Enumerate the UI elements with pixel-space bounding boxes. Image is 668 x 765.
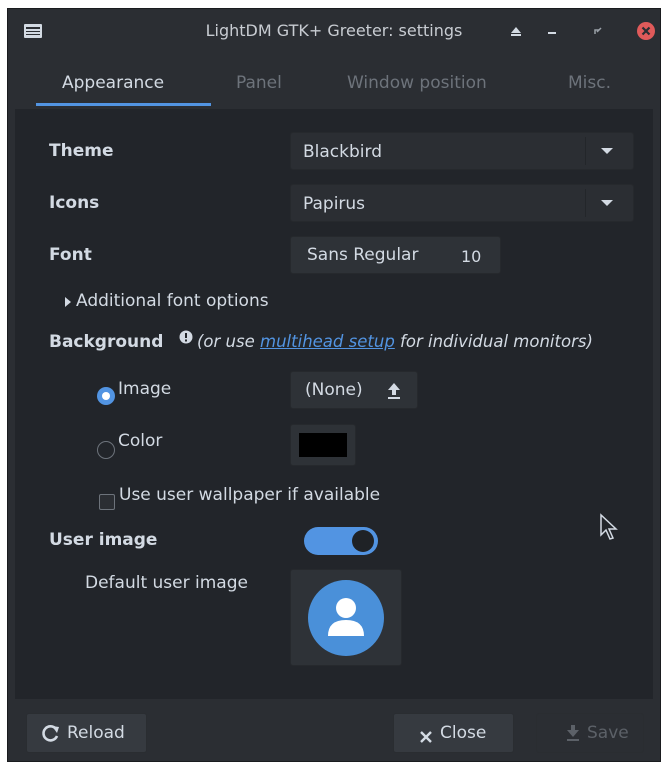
background-note: (or use multihead setup for individual m… <box>197 332 593 351</box>
use-wallpaper-checkbox[interactable] <box>99 494 115 510</box>
icons-value: Papirus <box>303 194 366 214</box>
icons-label: Icons <box>49 193 100 213</box>
theme-label: Theme <box>49 141 114 161</box>
reload-button[interactable]: Reload <box>26 713 147 753</box>
avatar-icon <box>308 580 384 660</box>
minimize-icon[interactable] <box>542 21 562 41</box>
image-file-button[interactable]: (None) <box>290 371 418 409</box>
upload-icon <box>386 381 402 405</box>
footer-bar: Reload Close Save <box>8 707 660 761</box>
font-size: 10 <box>461 247 482 266</box>
settings-window: LightDM GTK+ Greeter: settings Appearanc… <box>7 8 661 762</box>
close-x-icon <box>420 728 432 747</box>
reload-label: Reload <box>67 723 125 743</box>
chevron-down-icon <box>601 148 613 154</box>
combo-separator <box>585 137 586 165</box>
color-swatch <box>299 433 347 457</box>
active-tab-indicator <box>36 103 211 106</box>
color-option-label[interactable]: Color <box>118 431 162 451</box>
image-file-value: (None) <box>305 380 363 400</box>
background-note-suffix: for individual monitors) <box>400 332 593 351</box>
background-note-prefix: (or use <box>197 332 255 351</box>
user-image-switch[interactable] <box>304 527 378 555</box>
background-label: Background <box>49 332 164 352</box>
user-image-label: User image <box>49 530 158 550</box>
color-button[interactable] <box>290 424 356 466</box>
download-icon <box>565 723 581 747</box>
switch-knob <box>352 530 374 552</box>
save-label: Save <box>587 723 629 743</box>
keep-above-icon[interactable] <box>506 21 526 41</box>
image-radio[interactable] <box>97 387 115 405</box>
font-button[interactable]: Sans Regular 10 <box>290 236 501 274</box>
radio-dot <box>102 392 110 400</box>
tab-appearance[interactable]: Appearance <box>62 73 164 93</box>
theme-combo[interactable]: Blackbird <box>290 132 634 170</box>
chevron-down-icon <box>601 200 613 206</box>
multihead-setup-link[interactable]: multihead setup <box>260 332 395 351</box>
icons-combo[interactable]: Papirus <box>290 184 634 222</box>
info-icon <box>179 329 193 348</box>
window-title: LightDM GTK+ Greeter: settings <box>205 21 463 40</box>
use-wallpaper-label[interactable]: Use user wallpaper if available <box>119 485 380 505</box>
expander-arrow-icon[interactable] <box>65 297 71 307</box>
font-name: Sans Regular <box>307 245 419 265</box>
theme-value: Blackbird <box>303 142 382 162</box>
restore-icon[interactable] <box>588 21 608 41</box>
default-user-image-label: Default user image <box>85 573 248 593</box>
combo-separator <box>585 189 586 217</box>
close-icon[interactable] <box>636 21 656 41</box>
close-button[interactable]: Close <box>393 713 514 753</box>
appearance-panel: Theme Blackbird Icons Papirus Font Sans … <box>15 109 653 699</box>
mouse-cursor-icon <box>599 513 619 545</box>
tab-misc[interactable]: Misc. <box>568 73 611 93</box>
additional-font-options-expander[interactable]: Additional font options <box>76 291 269 311</box>
image-option-label[interactable]: Image <box>118 379 171 399</box>
title-bar[interactable]: LightDM GTK+ Greeter: settings <box>8 9 660 53</box>
default-user-image-button[interactable] <box>290 569 402 666</box>
color-radio[interactable] <box>97 441 115 459</box>
font-label: Font <box>49 245 92 265</box>
tab-window-position[interactable]: Window position <box>347 73 487 93</box>
tab-panel[interactable]: Panel <box>236 73 282 93</box>
reload-icon <box>41 724 61 748</box>
save-button[interactable]: Save <box>536 713 644 753</box>
close-label: Close <box>440 723 487 743</box>
